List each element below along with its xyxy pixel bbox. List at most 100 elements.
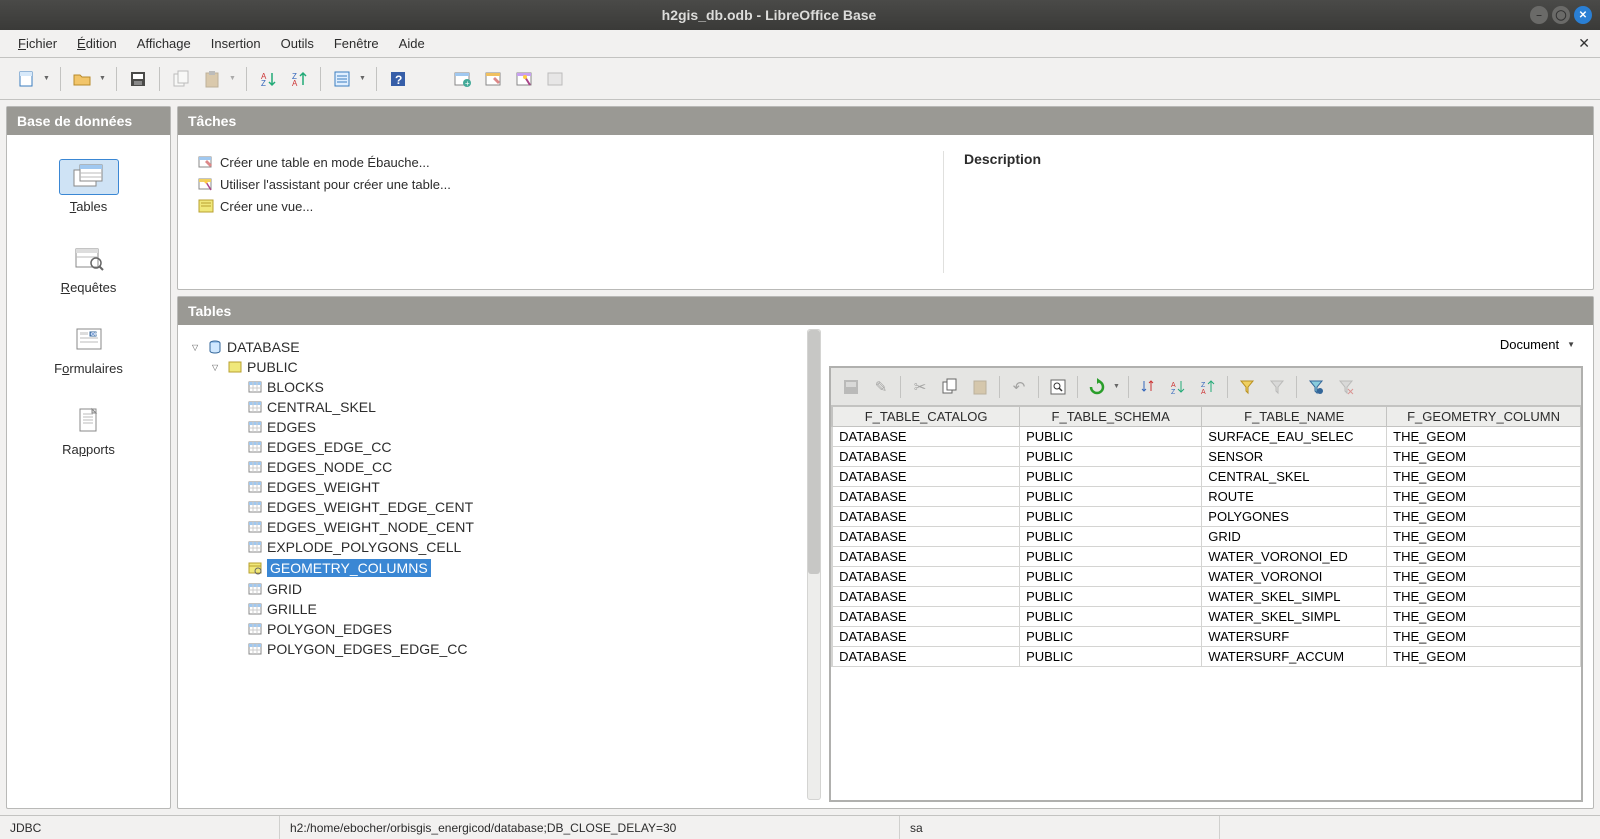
menu-window[interactable]: Fenêtre (324, 32, 389, 55)
tree-table-node[interactable]: CENTRAL_SKEL (232, 397, 817, 417)
tree-table-node[interactable]: GEOMETRY_COLUMNS (232, 557, 817, 579)
open-icon[interactable] (68, 65, 96, 93)
cell[interactable]: PUBLIC (1020, 547, 1202, 567)
table-row[interactable]: DATABASEPUBLICSENSORTHE_GEOM (832, 447, 1581, 467)
form-dropdown[interactable]: ▼ (359, 75, 369, 82)
cell[interactable]: PUBLIC (1020, 647, 1202, 667)
table-row[interactable]: DATABASEPUBLICWATERSURF_ACCUMTHE_GEOM (832, 647, 1581, 667)
data-copy-icon[interactable] (936, 373, 964, 401)
document-close-icon[interactable]: ✕ (1578, 35, 1590, 52)
menu-edit[interactable]: Édition (67, 32, 127, 55)
tree-table-node[interactable]: GRILLE (232, 599, 817, 619)
cell[interactable]: THE_GEOM (1387, 427, 1581, 447)
task-create-view[interactable]: Créer une vue... (198, 195, 943, 217)
sort-asc-icon[interactable]: AZ (254, 65, 282, 93)
cell[interactable]: THE_GEOM (1387, 587, 1581, 607)
cell[interactable]: THE_GEOM (1387, 647, 1581, 667)
cell[interactable]: PUBLIC (1020, 607, 1202, 627)
cell[interactable]: WATERSURF_ACCUM (1202, 647, 1387, 667)
table-row[interactable]: DATABASEPUBLICROUTETHE_GEOM (832, 487, 1581, 507)
cell[interactable]: THE_GEOM (1387, 627, 1581, 647)
table-row[interactable]: DATABASEPUBLICWATER_SKEL_SIMPLTHE_GEOM (832, 607, 1581, 627)
cell[interactable]: SENSOR (1202, 447, 1387, 467)
table-row[interactable]: DATABASEPUBLICWATER_VORONOI_EDTHE_GEOM (832, 547, 1581, 567)
task-create-table-wizard[interactable]: Utiliser l'assistant pour créer une tabl… (198, 173, 943, 195)
cell[interactable]: DATABASE (833, 567, 1020, 587)
data-filter-standard-icon[interactable] (1302, 373, 1330, 401)
table-row[interactable]: DATABASEPUBLICGRIDTHE_GEOM (832, 527, 1581, 547)
tree-table-node[interactable]: EDGES_NODE_CC (232, 457, 817, 477)
data-sort-asc-icon[interactable]: AZ (1164, 373, 1192, 401)
data-refresh-icon[interactable] (1083, 373, 1111, 401)
cell[interactable]: WATERSURF (1202, 627, 1387, 647)
cell[interactable]: PUBLIC (1020, 467, 1202, 487)
cell[interactable]: CENTRAL_SKEL (1202, 467, 1387, 487)
cell[interactable]: DATABASE (833, 527, 1020, 547)
form-icon[interactable] (328, 65, 356, 93)
cell[interactable]: DATABASE (833, 547, 1020, 567)
cell[interactable]: WATER_VORONOI (1202, 567, 1387, 587)
data-autofilter-icon[interactable] (1233, 373, 1261, 401)
cell[interactable]: DATABASE (833, 467, 1020, 487)
new-doc-icon[interactable] (12, 65, 40, 93)
cell[interactable]: GRID (1202, 527, 1387, 547)
cell[interactable]: PUBLIC (1020, 627, 1202, 647)
cell[interactable]: ROUTE (1202, 487, 1387, 507)
scrollbar-thumb[interactable] (808, 330, 820, 574)
menu-tools[interactable]: Outils (271, 32, 324, 55)
open-dropdown[interactable]: ▼ (99, 75, 109, 82)
menu-insert[interactable]: Insertion (201, 32, 271, 55)
tree-schema-node[interactable]: ▽ PUBLIC (212, 357, 817, 377)
column-header[interactable]: F_TABLE_NAME (1202, 407, 1387, 427)
cell[interactable]: DATABASE (833, 607, 1020, 627)
paste-icon[interactable] (198, 65, 226, 93)
tree-table-node[interactable]: EDGES (232, 417, 817, 437)
help-icon[interactable]: ? (384, 65, 412, 93)
cell[interactable]: THE_GEOM (1387, 567, 1581, 587)
cell[interactable]: THE_GEOM (1387, 607, 1581, 627)
table-row[interactable]: DATABASEPUBLICWATER_VORONOITHE_GEOM (832, 567, 1581, 587)
cell[interactable]: PUBLIC (1020, 447, 1202, 467)
sidebar-item-queries[interactable]: Requêtes (44, 236, 134, 299)
paste-dropdown[interactable]: ▼ (229, 75, 239, 82)
table-row[interactable]: DATABASEPUBLICPOLYGONESTHE_GEOM (832, 507, 1581, 527)
cell[interactable]: THE_GEOM (1387, 467, 1581, 487)
tree-table-node[interactable]: EDGES_EDGE_CC (232, 437, 817, 457)
tree-toggle-icon[interactable]: ▽ (212, 363, 223, 372)
copy-icon[interactable] (167, 65, 195, 93)
tree-table-node[interactable]: EDGES_WEIGHT_EDGE_CENT (232, 497, 817, 517)
table-row[interactable]: DATABASEPUBLICWATER_SKEL_SIMPLTHE_GEOM (832, 587, 1581, 607)
column-header[interactable]: F_GEOMETRY_COLUMN (1387, 407, 1581, 427)
tree-database-node[interactable]: ▽ DATABASE (192, 337, 817, 357)
cell[interactable]: WATER_SKEL_SIMPL (1202, 587, 1387, 607)
cell[interactable]: WATER_VORONOI_ED (1202, 547, 1387, 567)
data-grid[interactable]: F_TABLE_CATALOGF_TABLE_SCHEMAF_TABLE_NAM… (831, 406, 1581, 800)
table-new-icon[interactable]: + (448, 65, 476, 93)
cell[interactable]: PUBLIC (1020, 487, 1202, 507)
sort-desc-icon[interactable]: ZA (285, 65, 313, 93)
cell[interactable]: WATER_SKEL_SIMPL (1202, 607, 1387, 627)
data-sort-icon[interactable] (1134, 373, 1162, 401)
cell[interactable]: PUBLIC (1020, 527, 1202, 547)
task-create-table-design[interactable]: Créer une table en mode Ébauche... (198, 151, 943, 173)
tree-table-node[interactable]: EXPLODE_POLYGONS_CELL (232, 537, 817, 557)
tree-table-node[interactable]: GRID (232, 579, 817, 599)
cell[interactable]: POLYGONES (1202, 507, 1387, 527)
cell[interactable]: SURFACE_EAU_SELEC (1202, 427, 1387, 447)
sidebar-item-forms[interactable]: OK Formulaires (44, 317, 134, 380)
table-open-icon[interactable] (541, 65, 569, 93)
sidebar-item-tables[interactable]: Tables (44, 155, 134, 218)
cell[interactable]: THE_GEOM (1387, 447, 1581, 467)
tree-table-node[interactable]: POLYGON_EDGES_EDGE_CC (232, 639, 817, 659)
data-find-icon[interactable] (1044, 373, 1072, 401)
cell[interactable]: PUBLIC (1020, 587, 1202, 607)
tables-tree[interactable]: ▽ DATABASE ▽ PUBLIC BLOCKSCENTRAL_SKELED… (178, 325, 823, 808)
cell[interactable]: DATABASE (833, 587, 1020, 607)
sidebar-item-reports[interactable]: Rapports (44, 398, 134, 461)
cell[interactable]: PUBLIC (1020, 427, 1202, 447)
table-wizard-icon[interactable] (510, 65, 538, 93)
maximize-button[interactable]: ◯ (1552, 6, 1570, 24)
cell[interactable]: DATABASE (833, 627, 1020, 647)
cell[interactable]: PUBLIC (1020, 507, 1202, 527)
column-header[interactable]: F_TABLE_CATALOG (833, 407, 1020, 427)
